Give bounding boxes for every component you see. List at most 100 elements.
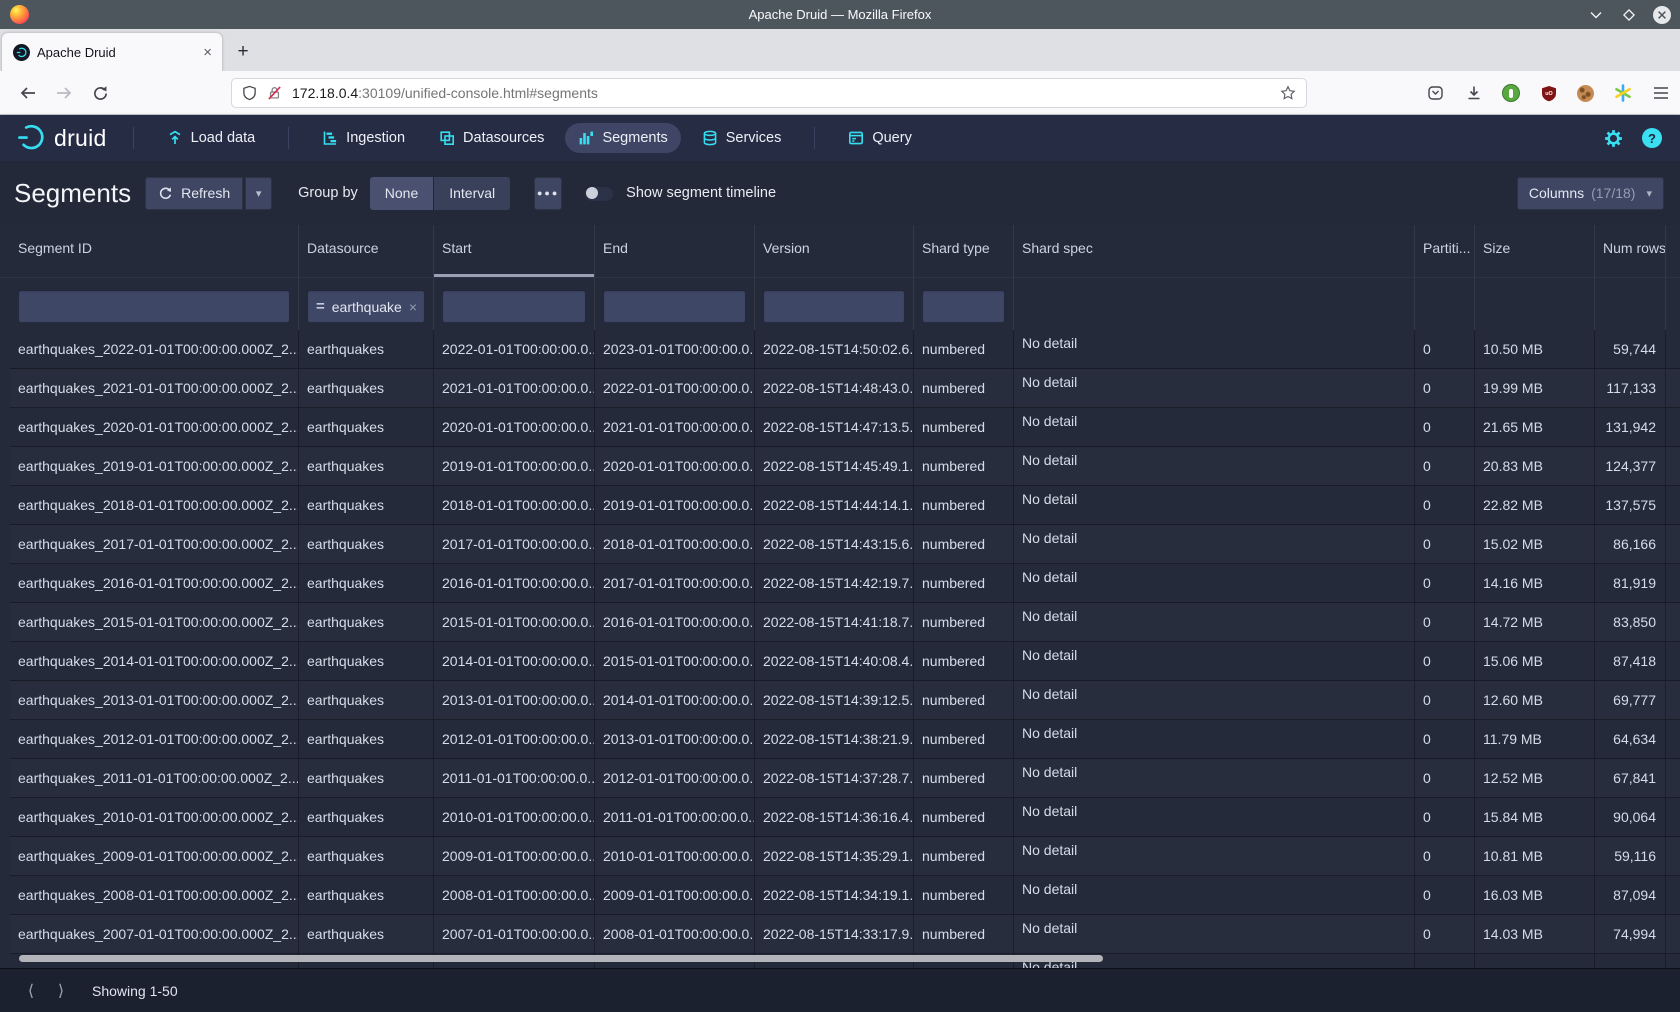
column-header-num-rows[interactable]: Num rows xyxy=(1594,225,1665,277)
shard-type-filter-input[interactable] xyxy=(922,290,1005,323)
toggle-knob xyxy=(586,187,598,199)
column-header-segment-id[interactable]: Segment ID xyxy=(10,225,298,277)
cell-datasource: earthquakes xyxy=(298,876,433,915)
table-row[interactable]: earthquakes_2014-01-01T00:00:00.000Z_2..… xyxy=(10,642,1680,681)
start-filter-input[interactable] xyxy=(442,290,586,323)
table-row[interactable]: earthquakes_2008-01-01T00:00:00.000Z_2..… xyxy=(10,876,1680,915)
nav-item-load-data[interactable]: Load data xyxy=(154,123,269,153)
cell-shard-spec: No detail xyxy=(1013,447,1414,486)
cell-end: 2008-01-01T00:00:00.0... xyxy=(594,915,754,954)
table-row[interactable]: earthquakes_2017-01-01T00:00:00.000Z_2..… xyxy=(10,525,1680,564)
filter-cell-shard-type xyxy=(913,278,1013,330)
nav-item-ingestion[interactable]: Ingestion xyxy=(309,123,418,153)
reload-button-icon[interactable] xyxy=(88,81,112,105)
downloads-icon[interactable] xyxy=(1464,84,1483,103)
remove-filter-icon[interactable]: × xyxy=(409,299,417,315)
more-options-button[interactable]: ●●● xyxy=(534,177,562,210)
insecure-lock-icon[interactable] xyxy=(267,85,282,101)
tab-close-icon[interactable]: × xyxy=(203,45,212,60)
ublock-origin-icon[interactable]: uO xyxy=(1539,84,1558,103)
cell-size: 15.06 MB xyxy=(1474,642,1594,681)
cell-partition: 0 xyxy=(1414,759,1474,798)
segment-id-filter-input[interactable] xyxy=(18,290,290,323)
columns-count: (17/18) xyxy=(1591,185,1635,201)
druid-brand-label: druid xyxy=(54,125,107,152)
cell-end: 2023-01-01T00:00:00.0... xyxy=(594,330,754,369)
tracking-shield-icon[interactable] xyxy=(242,85,257,101)
url-path: :30109/unified-console.html#segments xyxy=(358,85,598,101)
window-restore-icon[interactable] xyxy=(1619,5,1639,25)
column-header-size[interactable]: Size xyxy=(1474,225,1594,277)
column-header-shard-type[interactable]: Shard type xyxy=(913,225,1013,277)
datasources-icon xyxy=(439,130,455,146)
table-row[interactable]: earthquakes_2021-01-01T00:00:00.000Z_2..… xyxy=(10,369,1680,408)
new-tab-button[interactable]: + xyxy=(230,39,256,65)
group-by-none-button[interactable]: None xyxy=(370,177,433,210)
horizontal-scrollbar[interactable] xyxy=(19,955,1103,962)
table-row[interactable]: earthquakes_2009-01-01T00:00:00.000Z_2..… xyxy=(10,837,1680,876)
menu-hamburger-icon[interactable] xyxy=(1651,84,1670,103)
back-button-icon[interactable] xyxy=(16,81,40,105)
bookmark-star-icon[interactable] xyxy=(1280,85,1296,101)
refresh-button[interactable]: Refresh xyxy=(145,177,243,210)
showing-range-label: Showing 1-50 xyxy=(92,983,178,999)
green-extension-icon[interactable] xyxy=(1502,84,1520,102)
datasource-filter-input[interactable]: = earthquake × xyxy=(307,290,425,323)
table-row[interactable]: earthquakes_2020-01-01T00:00:00.000Z_2..… xyxy=(10,408,1680,447)
cell-partition: 0 xyxy=(1414,837,1474,876)
help-icon[interactable]: ? xyxy=(1642,128,1662,148)
table-row[interactable]: earthquakes_2018-01-01T00:00:00.000Z_2..… xyxy=(10,486,1680,525)
group-by-interval-button[interactable]: Interval xyxy=(434,177,510,210)
column-header-shard-spec[interactable]: Shard spec xyxy=(1013,225,1414,277)
columns-button[interactable]: Columns (17/18) ▾ xyxy=(1517,177,1664,210)
table-row[interactable]: earthquakes_2012-01-01T00:00:00.000Z_2..… xyxy=(10,720,1680,759)
window-close-icon[interactable] xyxy=(1652,5,1672,25)
table-row[interactable]: earthquakes_2013-01-01T00:00:00.000Z_2..… xyxy=(10,681,1680,720)
cookie-extension-icon[interactable] xyxy=(1577,85,1594,102)
table-row[interactable]: earthquakes_2015-01-01T00:00:00.000Z_2..… xyxy=(10,603,1680,642)
cell-size: 15.84 MB xyxy=(1474,798,1594,837)
cell-overflow xyxy=(1665,759,1680,798)
nav-item-datasources[interactable]: Datasources xyxy=(426,123,557,153)
column-header-partition[interactable]: Partiti... xyxy=(1414,225,1474,277)
nav-label: Query xyxy=(872,130,912,146)
cell-segment-id: earthquakes_2020-01-01T00:00:00.000Z_2..… xyxy=(10,408,298,447)
nav-item-segments[interactable]: Segments xyxy=(565,123,680,153)
cell-num-rows: 69,777 xyxy=(1594,681,1665,720)
cell-shard-type: numbered xyxy=(913,408,1013,447)
url-bar[interactable]: 172.18.0.4:30109/unified-console.html#se… xyxy=(231,78,1307,108)
pocket-icon[interactable] xyxy=(1426,84,1445,103)
window-minimize-icon[interactable] xyxy=(1586,5,1606,25)
forward-button-icon[interactable] xyxy=(52,81,76,105)
cell-segment-id: earthquakes_2021-01-01T00:00:00.000Z_2..… xyxy=(10,369,298,408)
cell-size: 14.72 MB xyxy=(1474,603,1594,642)
nav-item-services[interactable]: Services xyxy=(689,123,795,153)
table-row[interactable]: earthquakes_2016-01-01T00:00:00.000Z_2..… xyxy=(10,564,1680,603)
table-row[interactable]: earthquakes_2007-01-01T00:00:00.000Z_2..… xyxy=(10,915,1680,954)
tab-apache-druid[interactable]: Apache Druid × xyxy=(2,33,222,71)
multi-account-asterisk-icon[interactable] xyxy=(1613,84,1632,103)
table-row[interactable]: earthquakes_2022-01-01T00:00:00.000Z_2..… xyxy=(10,330,1680,369)
settings-gear-icon[interactable] xyxy=(1603,128,1624,149)
datasource-filter-value: earthquake xyxy=(332,299,402,315)
cell-version: 2022-08-15T14:34:19.1... xyxy=(754,876,913,915)
previous-page-icon[interactable]: ⟨ xyxy=(22,981,40,1001)
column-header-end[interactable]: End xyxy=(594,225,754,277)
table-row[interactable]: earthquakes_2019-01-01T00:00:00.000Z_2..… xyxy=(10,447,1680,486)
version-filter-input[interactable] xyxy=(763,290,905,323)
table-row[interactable]: earthquakes_2010-01-01T00:00:00.000Z_2..… xyxy=(10,798,1680,837)
segment-timeline-toggle[interactable] xyxy=(584,185,614,201)
nav-divider xyxy=(288,127,289,149)
druid-brand[interactable]: druid xyxy=(16,123,107,153)
column-header-datasource[interactable]: Datasource xyxy=(298,225,433,277)
cell-shard-spec: No detail xyxy=(1013,759,1414,798)
column-header-version[interactable]: Version xyxy=(754,225,913,277)
table-row[interactable]: earthquakes_2011-01-01T00:00:00.000Z_2..… xyxy=(10,759,1680,798)
column-header-start[interactable]: Start xyxy=(433,225,594,277)
nav-item-query[interactable]: Query xyxy=(835,123,925,153)
end-filter-input[interactable] xyxy=(603,290,746,323)
cell-partition: 0 xyxy=(1414,915,1474,954)
cell-partition: 0 xyxy=(1414,447,1474,486)
refresh-dropdown-button[interactable]: ▾ xyxy=(245,177,272,210)
next-page-icon[interactable]: ⟩ xyxy=(52,981,70,1001)
